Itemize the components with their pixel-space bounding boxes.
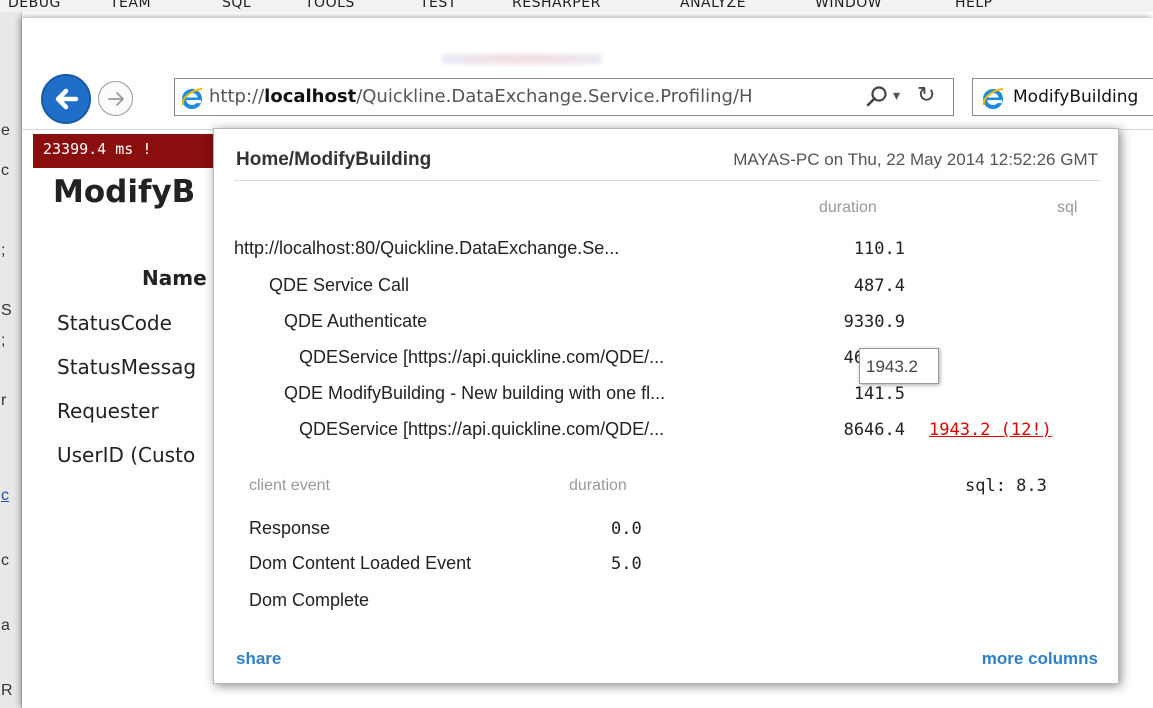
field-label: StatusMessag	[57, 355, 197, 379]
chevron-down-icon[interactable]: ▾	[893, 87, 900, 104]
back-arrow-icon	[55, 88, 79, 110]
tab-modifybuilding[interactable]: ModifyBuilding	[972, 78, 1153, 116]
timing-row-name: QDE Service Call	[269, 275, 410, 295]
column-header-name: Name	[142, 266, 207, 290]
ide-menu-sql[interactable]: SQL	[222, 0, 251, 11]
ide-menu-team[interactable]: TEAM	[110, 0, 151, 11]
window-title-blur	[442, 54, 602, 64]
sql-total: sql: 8.3	[965, 476, 1047, 496]
column-header-duration: duration	[819, 199, 877, 216]
profiler-server-info: MAYAS-PC on Thu, 22 May 2014 12:52:26 GM…	[733, 150, 1098, 169]
timing-row-duration: 9330.9	[843, 312, 905, 332]
timing-row-name: QDE ModifyBuilding - New building with o…	[284, 383, 666, 403]
timing-row-name: QDEService [https://api.quickline.com/QD…	[299, 419, 665, 439]
sql-queries-link[interactable]: 1943.2 (12!)	[929, 420, 1052, 440]
search-icon[interactable]	[865, 85, 889, 109]
refresh-icon[interactable]: ↻	[917, 82, 935, 108]
ide-menu-test[interactable]: TEST	[420, 0, 457, 11]
ide-menu-resharper[interactable]: RESHARPER	[512, 0, 601, 11]
field-label: StatusCode	[57, 311, 172, 335]
profiler-popup: Home/ModifyBuilding MAYAS-PC on Thu, 22 …	[213, 128, 1119, 684]
share-link[interactable]: share	[236, 649, 281, 669]
column-header-client-event: client event	[249, 477, 330, 494]
timing-row-duration: 110.1	[853, 239, 905, 259]
timing-row-name: QDEService [https://api.quickline.com/QD…	[299, 347, 665, 367]
timing-row-name: QDE Authenticate	[284, 311, 428, 331]
timing-row-duration: 8646.4	[843, 420, 905, 440]
page-title: ModifyB	[53, 174, 196, 210]
back-button[interactable]	[41, 74, 91, 124]
url-text[interactable]: http://localhost/Quickline.DataExchange.…	[209, 86, 753, 107]
sql-tooltip: 1943.2	[859, 348, 939, 384]
timing-row-name: http://localhost:80/Quickline.DataExchan…	[234, 238, 620, 258]
column-header-sql: sql	[1057, 199, 1078, 216]
divider	[234, 180, 1100, 181]
ide-side-strip: e c ; S ; r c c a R	[0, 12, 22, 708]
browser-toolbar: http://localhost/Quickline.DataExchange.…	[22, 18, 1153, 130]
ide-menu-analyze[interactable]: ANALYZE	[680, 0, 746, 11]
client-event-name: Response	[249, 518, 331, 538]
timing-row-duration: 487.4	[853, 276, 905, 296]
ie-logo-icon	[982, 88, 1004, 109]
profiler-route-name: Home/ModifyBuilding	[236, 149, 432, 170]
ide-menu-bar: DEBUG TEAM SQL TOOLS TEST RESHARPER ANAL…	[0, 0, 1153, 12]
timing-row-duration: 141.5	[853, 384, 905, 404]
ie-logo-icon	[181, 88, 203, 109]
ide-menu-window[interactable]: WINDOW	[815, 0, 882, 11]
ide-menu-tools[interactable]: TOOLS	[305, 0, 355, 11]
client-event-name: Dom Complete	[249, 590, 370, 610]
field-label: UserID (Custo	[57, 443, 196, 467]
ide-menu-help[interactable]: HELP	[955, 0, 993, 11]
ide-menu-debug[interactable]: DEBUG	[8, 0, 61, 11]
client-event-duration: 5.0	[611, 554, 642, 574]
client-event-duration: 0.0	[611, 519, 642, 539]
more-columns-link[interactable]: more columns	[982, 649, 1098, 669]
field-label: Requester	[57, 399, 159, 423]
client-event-name: Dom Content Loaded Event	[249, 553, 472, 573]
profiler-timing-badge[interactable]: 23399.4 ms !	[33, 134, 214, 168]
column-header-client-duration: duration	[569, 477, 627, 494]
tab-title: ModifyBuilding	[1013, 87, 1139, 107]
forward-button[interactable]	[98, 81, 133, 116]
address-bar[interactable]: http://localhost/Quickline.DataExchange.…	[174, 78, 954, 116]
forward-arrow-icon	[107, 91, 124, 106]
